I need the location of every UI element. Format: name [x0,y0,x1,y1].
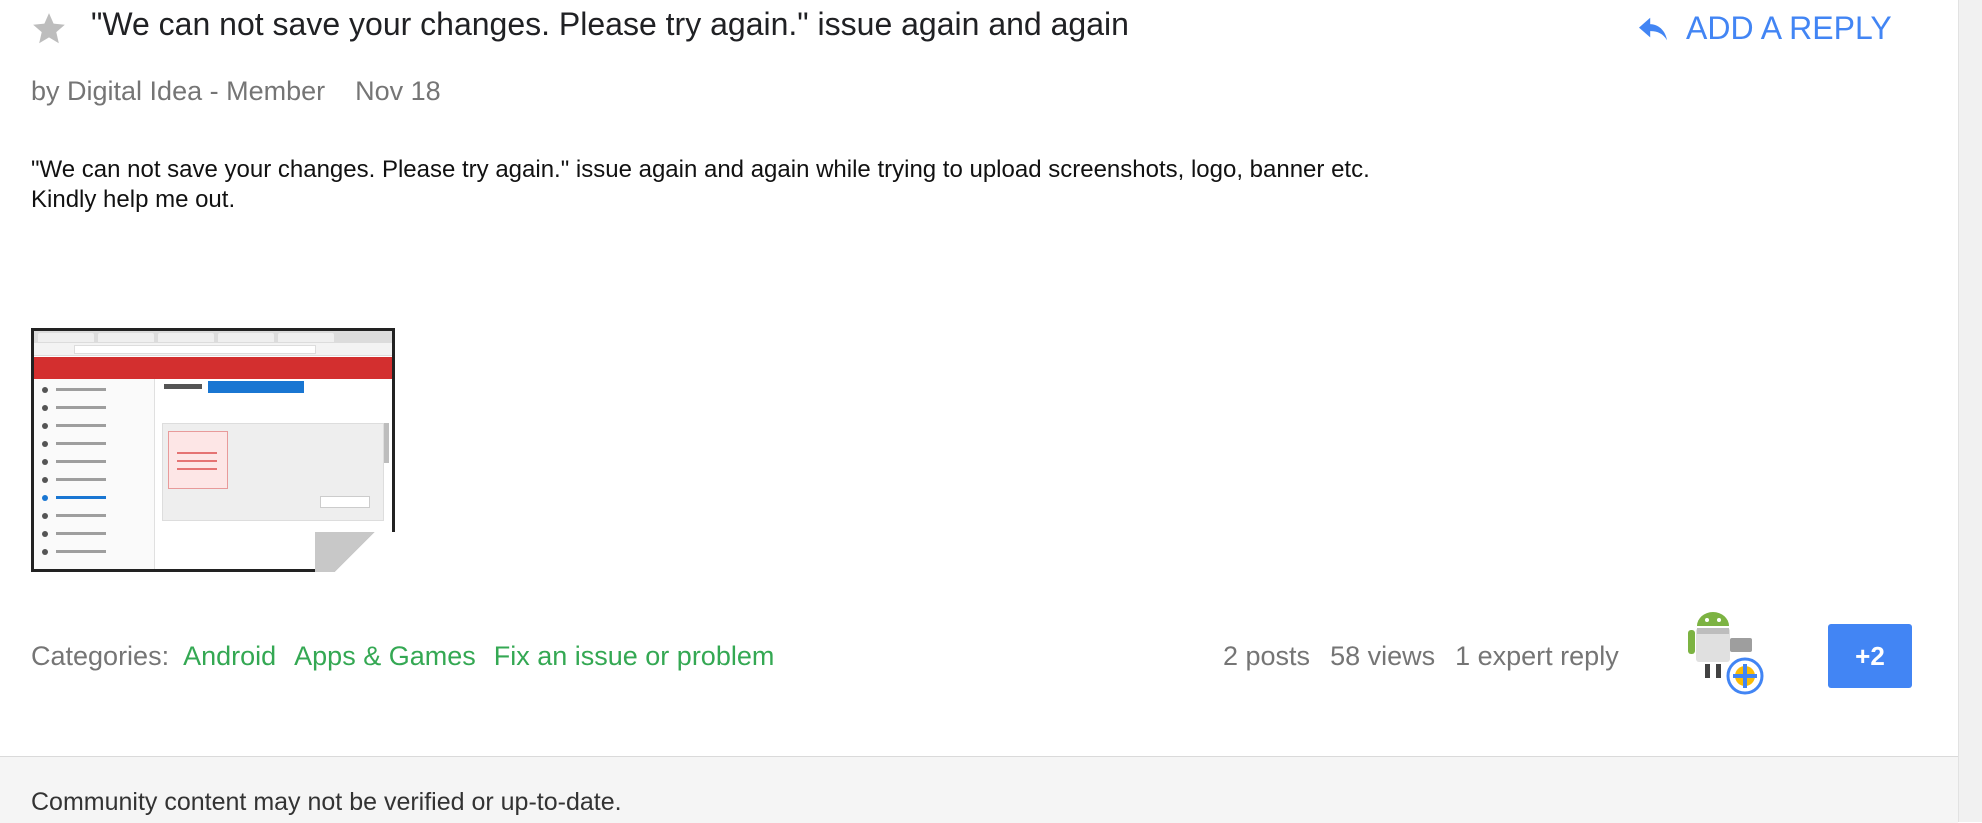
thumb-sidebar [34,379,155,569]
expert-avatar[interactable] [1683,608,1771,704]
post-body-line-1: "We can not save your changes. Please tr… [31,156,1370,183]
reply-arrow-icon [1639,17,1667,40]
footer-notice-bar: Community content may not be verified or… [0,756,1958,823]
post-title: "We can not save your changes. Please tr… [91,6,1129,42]
category-link-apps-games[interactable]: Apps & Games [294,641,476,671]
community-content-notice: Community content may not be verified or… [31,788,622,816]
thumb-browser-tabs [34,331,392,343]
views-count: 58 views [1330,641,1436,671]
thumb-error-box [168,431,228,489]
expert-badge-icon [1726,657,1764,695]
post-body-line-2: Kindly help me out. [31,186,236,213]
thumb-header-bar [34,357,392,379]
star-icon[interactable] [30,10,68,48]
expert-reply-count: 1 expert reply [1455,641,1619,671]
categories-label: Categories: [31,641,170,671]
category-link-android[interactable]: Android [183,641,276,671]
thumb-browse-button [320,496,370,508]
post-body: "We can not save your changes. Please tr… [31,155,1370,215]
author-name[interactable]: by Digital Idea - Member [31,76,325,106]
categories: Categories: Android Apps & Games Fix an iss… [31,641,774,672]
thumb-blue-button [208,381,304,393]
post-date: Nov 18 [355,76,441,106]
posts-count: 2 posts [1223,641,1311,671]
category-link-fix-issue[interactable]: Fix an issue or problem [494,641,775,671]
thread-stats: 2 posts 58 views 1 expert reply [1223,641,1639,672]
page-scrollbar[interactable] [1958,0,1982,822]
more-participants-button[interactable]: +2 [1828,624,1912,688]
page-curl [315,532,395,572]
post-byline: by Digital Idea - Member Nov 18 [31,76,441,107]
add-reply-button[interactable]: ADD A REPLY [1636,10,1892,47]
add-reply-label: ADD A REPLY [1686,10,1892,46]
